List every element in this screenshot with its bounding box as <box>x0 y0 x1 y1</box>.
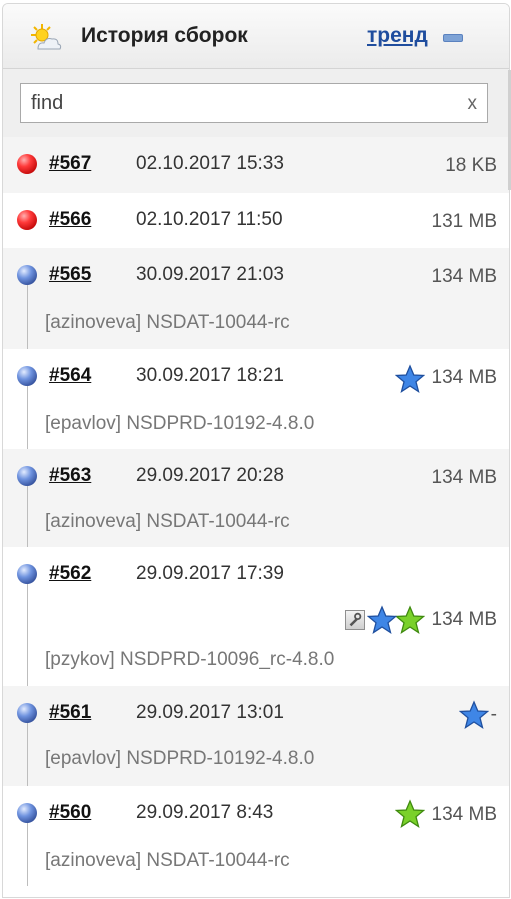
build-description: [azinoveva] NSDAT-10044-rc <box>45 511 290 532</box>
success-status-icon <box>17 366 37 386</box>
build-description: [pzykov] NSDPRD-10096_rc-4.8.0 <box>45 649 335 670</box>
build-number-link[interactable]: #561 <box>49 702 91 724</box>
green-star-icon <box>395 605 425 634</box>
success-status-icon <box>17 703 37 723</box>
timeline-line <box>27 276 28 349</box>
build-number-link[interactable]: #562 <box>49 563 91 585</box>
build-date: 02.10.2017 15:33 <box>136 153 284 174</box>
artifact-size[interactable]: 134 MB <box>432 467 497 489</box>
panel-title: История сборок <box>81 24 248 47</box>
build-date: 29.09.2017 17:39 <box>136 563 284 584</box>
blue-star-icon <box>395 364 425 393</box>
success-status-icon <box>17 466 37 486</box>
artifact-size[interactable]: 18 KB <box>445 155 497 177</box>
timeline-line <box>27 477 28 547</box>
build-row[interactable]: #567 02.10.2017 15:33 18 KB <box>3 137 509 193</box>
build-number-link[interactable]: #566 <box>49 209 91 231</box>
panel-header: История сборок тренд <box>3 4 509 69</box>
failed-status-icon <box>17 154 37 174</box>
minus-icon[interactable] <box>443 34 463 42</box>
build-row[interactable]: #563 29.09.2017 20:28 134 MB [azinoveva] NS… <box>3 449 509 547</box>
artifact-size[interactable]: 134 MB <box>432 266 497 288</box>
success-status-icon <box>17 564 37 584</box>
build-row[interactable]: #560 29.09.2017 8:43 134 MB [azinoveva] NSD… <box>3 786 509 886</box>
build-number-link[interactable]: #564 <box>49 365 91 387</box>
build-row[interactable]: #561 29.09.2017 13:01 - [epavlov] NSDPRD-10… <box>3 686 509 786</box>
artifact-size[interactable]: 134 MB <box>432 367 497 389</box>
build-number-link[interactable]: #567 <box>49 153 91 175</box>
search-input[interactable] <box>21 84 461 122</box>
build-date: 02.10.2017 11:50 <box>136 209 283 230</box>
build-row[interactable]: #565 30.09.2017 21:03 134 MB [azinoveva] NS… <box>3 248 509 349</box>
trend-link[interactable]: тренд <box>367 24 428 48</box>
search-area: x <box>3 69 509 140</box>
artifact-size[interactable]: 131 MB <box>432 211 497 233</box>
tool-icon <box>345 610 365 630</box>
build-description: [epavlov] NSDPRD-10192-4.8.0 <box>45 413 315 434</box>
success-status-icon <box>17 265 37 285</box>
timeline-line <box>27 814 28 886</box>
blue-star-icon <box>367 605 397 634</box>
build-date: 29.09.2017 20:28 <box>136 465 284 486</box>
build-number-link[interactable]: #565 <box>49 264 91 286</box>
artifact-size[interactable]: 134 MB <box>432 609 497 631</box>
timeline-line <box>27 714 28 786</box>
clear-search-button[interactable]: x <box>468 93 478 115</box>
build-date: 30.09.2017 21:03 <box>136 264 284 285</box>
green-star-icon <box>395 799 425 828</box>
build-number-link[interactable]: #563 <box>49 465 91 487</box>
blue-star-icon <box>459 700 489 729</box>
build-description: [epavlov] NSDPRD-10192-4.8.0 <box>45 748 315 769</box>
build-history-panel: История сборок тренд x #567 02.10.2017 15… <box>2 3 510 898</box>
build-description: [azinoveva] NSDAT-10044-rc <box>45 850 290 871</box>
build-row[interactable]: #564 30.09.2017 18:21 134 MB [epavlov] NSDP… <box>3 349 509 449</box>
partly-cloudy-icon <box>31 24 62 50</box>
build-row[interactable]: #562 29.09.2017 17:39 134 MB [pzykov] NSDPR… <box>3 547 509 686</box>
build-date: 29.09.2017 13:01 <box>136 702 284 723</box>
failed-status-icon <box>17 210 37 230</box>
artifact-size[interactable]: 134 MB <box>432 804 497 826</box>
build-description: [azinoveva] NSDAT-10044-rc <box>45 312 290 333</box>
search-box: x <box>20 83 488 123</box>
success-status-icon <box>17 803 37 823</box>
build-number-link[interactable]: #560 <box>49 802 91 824</box>
build-date: 30.09.2017 18:21 <box>136 365 284 386</box>
artifact-size[interactable]: - <box>491 704 497 726</box>
timeline-line <box>27 377 28 449</box>
timeline-line <box>27 575 28 686</box>
build-row[interactable]: #566 02.10.2017 11:50 131 MB <box>3 193 509 248</box>
build-date: 29.09.2017 8:43 <box>136 802 274 823</box>
